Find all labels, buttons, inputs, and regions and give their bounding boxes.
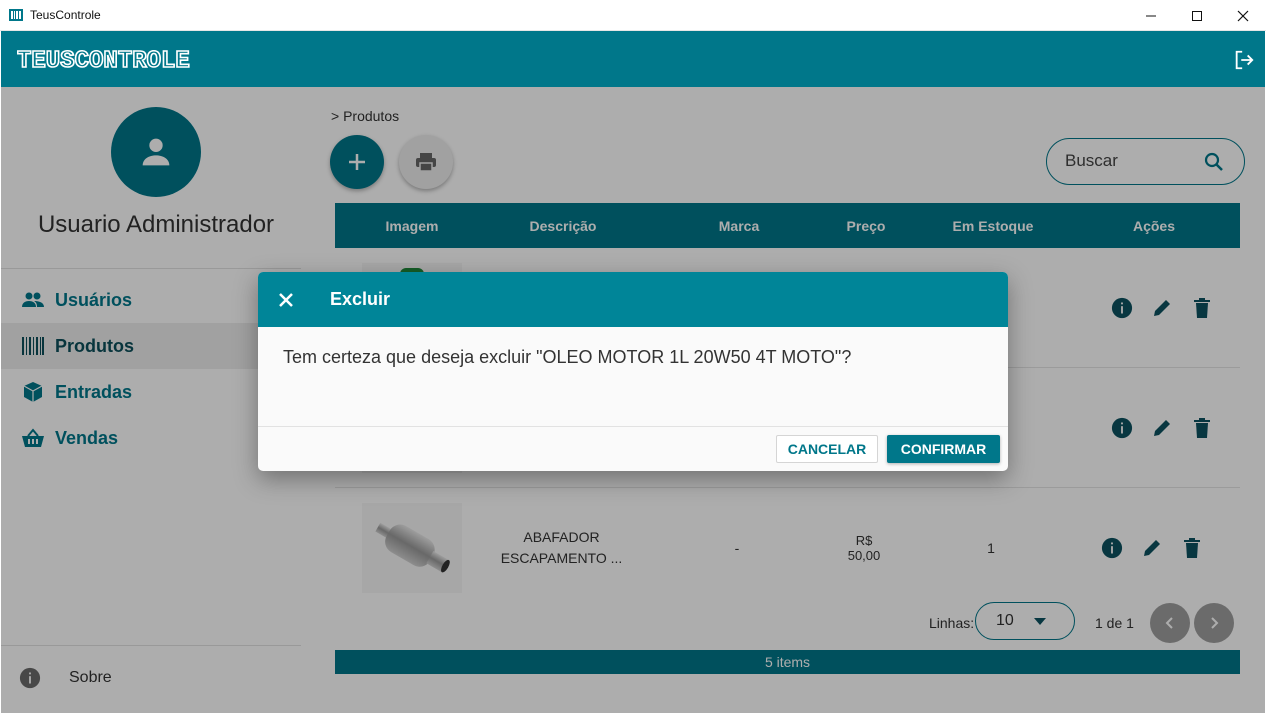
logout-button[interactable] — [1233, 49, 1255, 76]
app-header: TEUSCONTROLE — [1, 31, 1265, 87]
maximize-icon — [1192, 10, 1202, 21]
svg-text:TEUSCONTROLE: TEUSCONTROLE — [17, 48, 190, 73]
minimize-icon — [1146, 15, 1156, 16]
dialog-message: Tem certeza que deseja excluir "OLEO MOT… — [283, 347, 852, 367]
dialog-header: Excluir — [258, 272, 1008, 327]
app-icon — [9, 9, 23, 21]
app-logo: TEUSCONTROLE — [17, 47, 191, 73]
window-title: TeusControle — [30, 8, 101, 22]
confirm-button[interactable]: CONFIRMAR — [887, 435, 1000, 463]
window-titlebar: TeusControle — [0, 0, 1266, 31]
divider — [258, 426, 1008, 427]
close-window-button[interactable] — [1220, 0, 1266, 31]
dialog-title: Excluir — [330, 289, 391, 309]
logout-icon — [1235, 50, 1254, 70]
minimize-button[interactable] — [1128, 0, 1174, 31]
delete-dialog: Excluir Tem certeza que deseja excluir "… — [258, 272, 1008, 471]
cancel-button[interactable]: CANCELAR — [776, 435, 878, 463]
close-icon — [1237, 10, 1249, 21]
dialog-close-button[interactable] — [275, 289, 297, 311]
maximize-button[interactable] — [1174, 0, 1220, 31]
close-icon — [279, 293, 293, 307]
